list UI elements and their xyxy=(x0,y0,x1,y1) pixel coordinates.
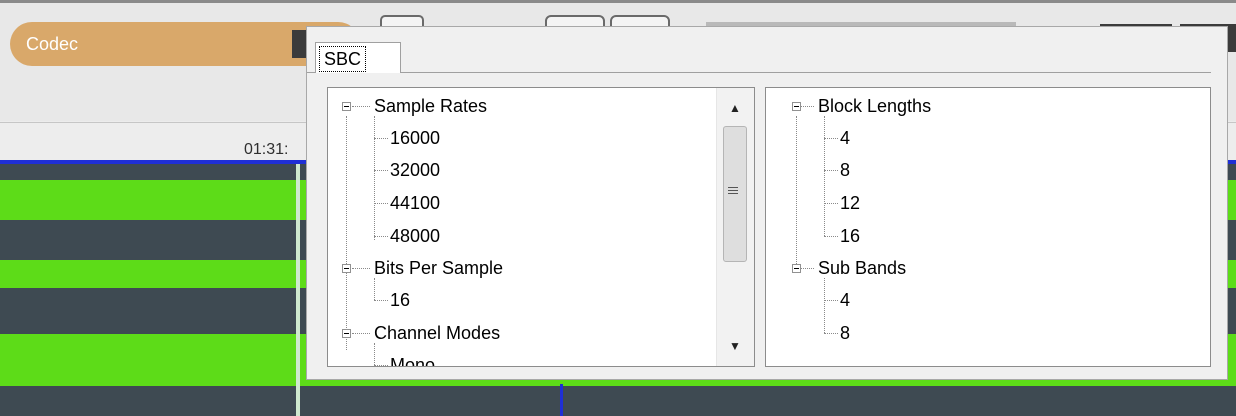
tree-connector xyxy=(824,333,838,334)
tree-connector xyxy=(374,236,388,237)
scrollbar-thumb[interactable] xyxy=(723,126,747,262)
playhead-marker[interactable] xyxy=(560,384,563,416)
tree-connector xyxy=(352,268,370,269)
tree-connector xyxy=(824,203,838,204)
tree-connector xyxy=(824,236,838,237)
tree-node-sub-bands[interactable]: Sub Bands xyxy=(818,258,906,278)
tree-connector xyxy=(374,278,375,300)
tree-node-sub-band[interactable]: 8 xyxy=(840,323,850,343)
tree-connector xyxy=(374,365,388,366)
scroll-up-arrow-icon[interactable]: ▲ xyxy=(725,98,745,118)
scroll-down-arrow-icon[interactable]: ▼ xyxy=(725,336,745,356)
collapse-sub-bands-icon[interactable] xyxy=(792,264,801,273)
playback-cursor[interactable] xyxy=(296,164,300,416)
tree-connector xyxy=(352,333,370,334)
tree-connector xyxy=(374,138,388,139)
tab-sbc[interactable]: SBC xyxy=(315,42,401,73)
tree-connector xyxy=(374,300,388,301)
tree-node-sample-rate[interactable]: 44100 xyxy=(390,193,440,213)
tree-connector xyxy=(800,268,814,269)
collapse-channel-modes-icon[interactable] xyxy=(342,329,351,338)
tree-node-bits-value[interactable]: 16 xyxy=(390,290,410,310)
waveform-gap xyxy=(0,386,1236,416)
tree-node-sample-rate[interactable]: 48000 xyxy=(390,226,440,246)
tree-connector xyxy=(824,278,825,333)
tree-node-block-length[interactable]: 8 xyxy=(840,160,850,180)
tree-node-channel-modes[interactable]: Channel Modes xyxy=(374,323,500,343)
tree-node-block-lengths[interactable]: Block Lengths xyxy=(818,96,931,116)
tree-node-sample-rates[interactable]: Sample Rates xyxy=(374,96,487,116)
collapse-bits-per-sample-icon[interactable] xyxy=(342,264,351,273)
tree-connector xyxy=(824,138,838,139)
vertical-scrollbar[interactable]: ▲ ▼ xyxy=(716,88,754,366)
tree-connector xyxy=(352,106,370,107)
tab-strip: SBC xyxy=(307,27,1211,73)
tree-node-sub-band[interactable]: 4 xyxy=(840,290,850,310)
codec-options-tree-left[interactable]: Sample Rates 16000 32000 44100 48000 Bit… xyxy=(327,87,755,367)
tree-node-channel-mode[interactable]: Mono xyxy=(390,355,435,366)
tree-connector xyxy=(374,170,388,171)
tab-sbc-label: SBC xyxy=(319,46,367,72)
grip-icon xyxy=(728,187,742,197)
codec-label: Codec xyxy=(26,34,79,54)
tree-connector xyxy=(824,170,838,171)
timeline-time-label: 01:31: xyxy=(244,141,289,158)
tree-node-block-length[interactable]: 16 xyxy=(840,226,860,246)
codec-options-tree-right[interactable]: Block Lengths 4 8 12 16 Sub Bands 4 8 xyxy=(765,87,1211,367)
tree-connector xyxy=(800,106,814,107)
collapse-block-lengths-icon[interactable] xyxy=(792,102,801,111)
tree-connector xyxy=(824,300,838,301)
tree-node-block-length[interactable]: 4 xyxy=(840,128,850,148)
tree-connector xyxy=(346,116,347,350)
tree-node-sample-rate[interactable]: 16000 xyxy=(390,128,440,148)
tree-connector xyxy=(796,116,797,268)
tree-connector xyxy=(824,116,825,236)
tree-connector xyxy=(374,343,375,365)
collapse-sample-rates-icon[interactable] xyxy=(342,102,351,111)
codec-settings-dialog: SBC Sample Rates 16000 32000 44100 48000… xyxy=(306,26,1228,380)
tree-connector xyxy=(374,203,388,204)
tree-node-block-length[interactable]: 12 xyxy=(840,193,860,213)
tree-connector xyxy=(374,116,375,240)
tree-node-sample-rate[interactable]: 32000 xyxy=(390,160,440,180)
tree-node-bits-per-sample[interactable]: Bits Per Sample xyxy=(374,258,503,278)
